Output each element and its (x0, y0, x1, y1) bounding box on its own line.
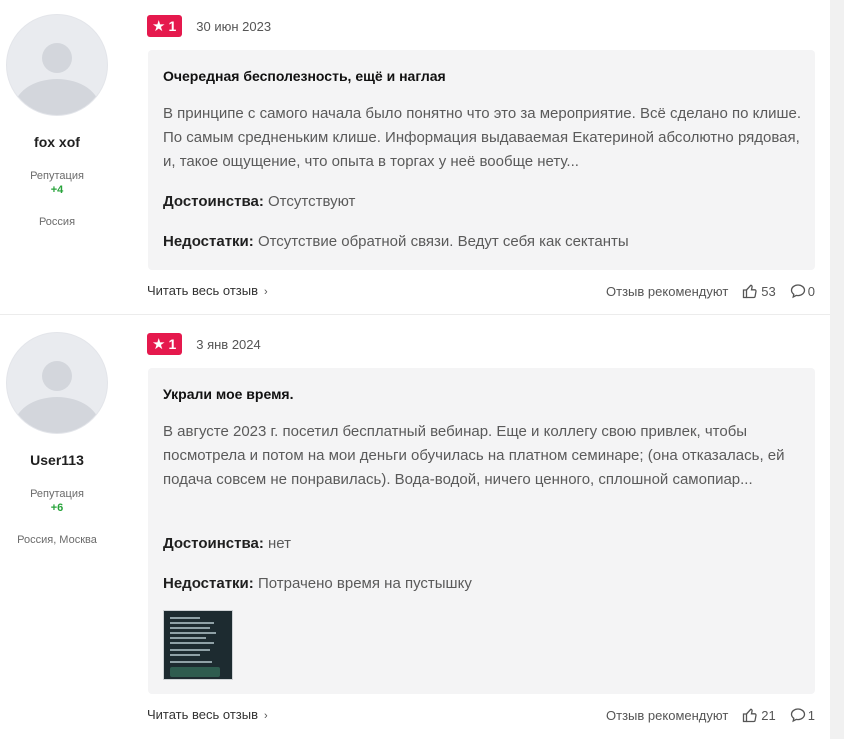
user-location: Россия, Москва (17, 534, 97, 546)
like-button[interactable]: 21 (742, 707, 776, 723)
star-icon: ★ (152, 17, 166, 35)
chevron-right-icon: › (264, 710, 268, 722)
user-avatar-icon[interactable] (6, 332, 108, 434)
user-avatar-icon[interactable] (6, 14, 108, 116)
recommend-label: Отзыв рекомендуют (606, 707, 729, 723)
review-title[interactable]: Украли мое время. (163, 386, 293, 402)
read-more-link[interactable]: Читать весь отзыв › (147, 283, 268, 298)
user-location: Россия (38, 216, 76, 228)
review-cons: Недостатки: Потрачено время на пустышку (163, 575, 472, 592)
read-more-label: Читать весь отзыв (147, 283, 259, 298)
review-text: В принципе с самого начала было понятно … (163, 105, 801, 170)
pros-label: Достоинства: (163, 193, 264, 210)
review-item: User113 Репутация +6 Россия, Москва ★ 1 … (0, 318, 830, 739)
review-footer: Читать весь отзыв › Отзыв рекомендуют 53 … (147, 283, 815, 303)
review-actions: Отзыв рекомендуют 53 0 (606, 283, 815, 299)
rating-badge: ★ 1 (147, 15, 183, 37)
cons-label: Недостатки: (163, 233, 254, 250)
reviewer-info: User113 Репутация +6 Россия, Москва (0, 332, 114, 546)
cons-text: Отсутствие обратной связи. Ведут себя ка… (257, 233, 629, 250)
review-footer: Читать весь отзыв › Отзыв рекомендуют 21 … (147, 707, 815, 727)
comment-icon (790, 707, 806, 723)
review-pros: Достоинства: нет (163, 535, 291, 552)
cons-label: Недостатки: (163, 575, 254, 592)
pros-text: Отсутствуют (268, 193, 356, 210)
reputation-label: Репутация (30, 170, 84, 182)
chevron-right-icon: › (264, 286, 268, 298)
review-divider (0, 314, 830, 315)
username[interactable]: User113 (0, 452, 114, 468)
like-count: 21 (761, 707, 776, 723)
pros-label: Достоинства: (163, 535, 264, 552)
recommend-label: Отзыв рекомендуют (606, 283, 729, 299)
review-text: В августе 2023 г. посетил бесплатный веб… (163, 423, 785, 488)
read-more-link[interactable]: Читать весь отзыв › (147, 707, 268, 722)
thumbs-up-icon (742, 707, 758, 723)
review-meta: ★ 1 3 янв 2024 (147, 332, 261, 356)
review-date: 3 янв 2024 (196, 336, 261, 352)
review-item: fox xof Репутация +4 Россия ★ 1 30 июн 2… (0, 0, 830, 314)
comment-icon (790, 283, 806, 299)
reputation-label: Репутация (30, 488, 84, 500)
review-meta: ★ 1 30 июн 2023 (147, 14, 271, 38)
review-card: Очередная бесполезность, ещё и наглая В … (148, 50, 815, 270)
review-date: 30 июн 2023 (196, 18, 272, 34)
comment-button[interactable]: 0 (790, 283, 815, 299)
pros-text: нет (268, 535, 291, 552)
read-more-label: Читать весь отзыв (147, 707, 259, 722)
review-pros: Достоинства: Отсутствуют (163, 193, 355, 210)
like-button[interactable]: 53 (742, 283, 776, 299)
reputation-value: +6 (50, 502, 64, 514)
rating-badge: ★ 1 (147, 333, 183, 355)
reviewer-info: fox xof Репутация +4 Россия (0, 14, 114, 228)
attached-image-thumbnail[interactable] (163, 610, 233, 680)
review-title[interactable]: Очередная бесполезность, ещё и наглая (163, 68, 446, 84)
page-scrollbar[interactable] (830, 0, 844, 739)
review-actions: Отзыв рекомендуют 21 1 (606, 707, 815, 723)
comment-count: 1 (807, 707, 815, 723)
review-card: Украли мое время. В августе 2023 г. посе… (148, 368, 815, 694)
reputation-value: +4 (50, 184, 64, 196)
rating-value: 1 (168, 18, 177, 34)
star-icon: ★ (152, 335, 166, 353)
comment-button[interactable]: 1 (790, 707, 815, 723)
review-cons: Недостатки: Отсутствие обратной связи. В… (163, 233, 629, 250)
comment-count: 0 (807, 283, 815, 299)
rating-value: 1 (168, 336, 177, 352)
like-count: 53 (761, 283, 776, 299)
thumbs-up-icon (742, 283, 758, 299)
username[interactable]: fox xof (0, 134, 114, 150)
cons-text: Потрачено время на пустышку (257, 575, 472, 592)
